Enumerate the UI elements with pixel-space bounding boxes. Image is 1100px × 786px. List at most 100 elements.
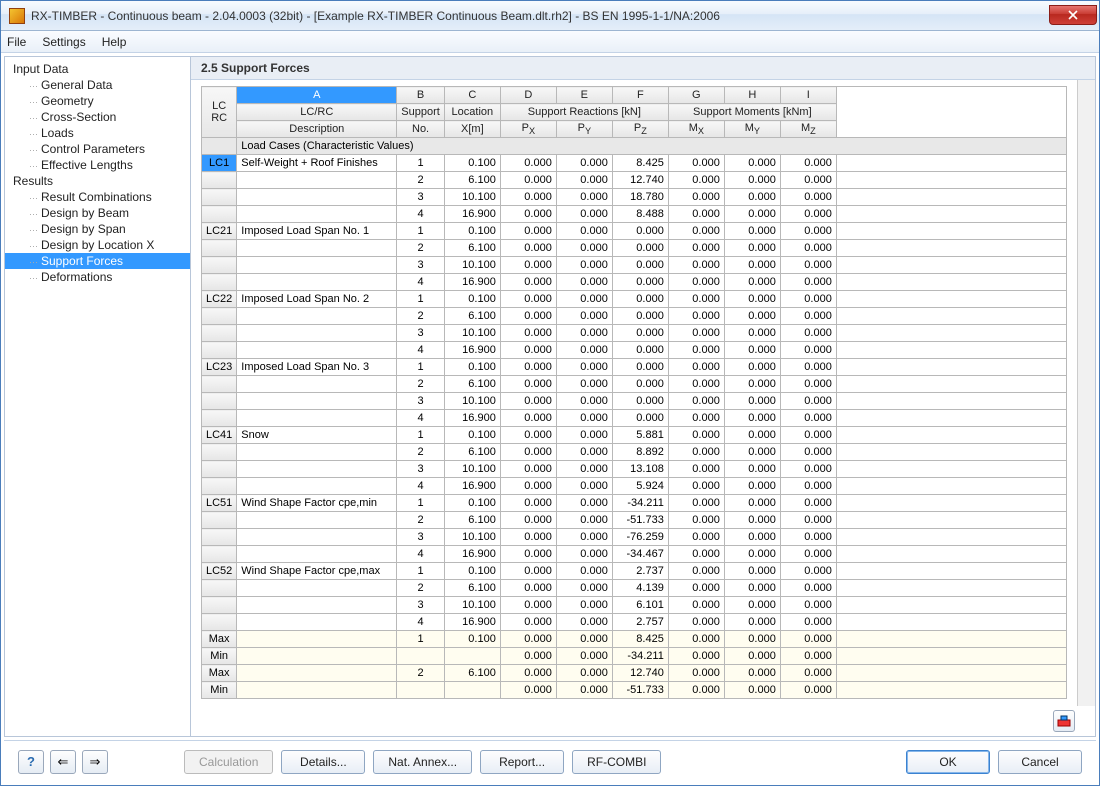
cell[interactable]: 0.000 <box>780 427 836 444</box>
cell[interactable] <box>237 648 397 665</box>
cell[interactable]: 0.000 <box>668 631 724 648</box>
cell[interactable]: 0.000 <box>780 240 836 257</box>
cell[interactable] <box>836 512 1066 529</box>
cell[interactable]: 0.000 <box>724 597 780 614</box>
col-I[interactable]: I <box>780 87 836 104</box>
cell[interactable]: 0.000 <box>780 223 836 240</box>
cell[interactable]: 0.000 <box>500 580 556 597</box>
cell[interactable]: 0.000 <box>724 189 780 206</box>
tree-item-geometry[interactable]: Geometry <box>5 93 190 109</box>
cell[interactable]: 0.000 <box>668 189 724 206</box>
cell[interactable]: 0.000 <box>500 512 556 529</box>
cell[interactable]: 0.000 <box>780 172 836 189</box>
cell[interactable]: 0.000 <box>500 614 556 631</box>
cell[interactable]: 1 <box>397 495 445 512</box>
cell[interactable]: 0.000 <box>612 291 668 308</box>
cell[interactable]: 0.000 <box>556 342 612 359</box>
cell[interactable]: 0.000 <box>612 359 668 376</box>
cell[interactable]: 0.000 <box>668 495 724 512</box>
cell[interactable]: 0.000 <box>500 546 556 563</box>
cell[interactable]: -51.733 <box>612 512 668 529</box>
cell[interactable]: 0.000 <box>724 495 780 512</box>
cell[interactable]: 0.100 <box>444 155 500 172</box>
cell[interactable]: 6.100 <box>444 665 500 682</box>
cell[interactable]: 0.000 <box>668 512 724 529</box>
cell[interactable]: 0.000 <box>724 410 780 427</box>
cell[interactable]: 0.000 <box>556 461 612 478</box>
cell[interactable]: 0.000 <box>724 376 780 393</box>
cell[interactable]: 16.900 <box>444 206 500 223</box>
cell[interactable]: 0.000 <box>780 308 836 325</box>
cell[interactable]: 0.000 <box>556 274 612 291</box>
cell[interactable]: 0.000 <box>668 648 724 665</box>
cell[interactable] <box>836 495 1066 512</box>
cell[interactable]: 0.000 <box>668 206 724 223</box>
cell[interactable]: 0.000 <box>780 631 836 648</box>
cell[interactable]: 6.100 <box>444 444 500 461</box>
cell[interactable]: 0.000 <box>780 580 836 597</box>
cell[interactable]: 0.000 <box>500 597 556 614</box>
cell[interactable]: 0.000 <box>556 172 612 189</box>
cell[interactable] <box>202 325 237 342</box>
cell[interactable] <box>444 682 500 699</box>
cell[interactable]: 0.000 <box>500 206 556 223</box>
cell[interactable]: 2 <box>397 240 445 257</box>
cell[interactable]: 0.000 <box>668 223 724 240</box>
cell[interactable]: 0.000 <box>724 580 780 597</box>
cell[interactable]: 0.000 <box>780 563 836 580</box>
cell[interactable] <box>202 342 237 359</box>
tree-item-general-data[interactable]: General Data <box>5 77 190 93</box>
cell[interactable]: 0.000 <box>724 274 780 291</box>
cell[interactable]: 0.100 <box>444 359 500 376</box>
data-grid-wrap[interactable]: LCRC A B C D E F G H I <box>201 86 1067 706</box>
details-button[interactable]: Details... <box>281 750 365 774</box>
cell[interactable]: 0.000 <box>556 614 612 631</box>
cell[interactable]: 0.000 <box>556 223 612 240</box>
cell[interactable]: 12.740 <box>612 665 668 682</box>
cell[interactable]: 2 <box>397 172 445 189</box>
cell[interactable]: 10.100 <box>444 461 500 478</box>
cell[interactable]: 0.000 <box>556 257 612 274</box>
cell[interactable]: 0.000 <box>724 461 780 478</box>
cell[interactable]: 1 <box>397 563 445 580</box>
cell[interactable]: 0.000 <box>500 274 556 291</box>
ok-button[interactable]: OK <box>906 750 990 774</box>
cell[interactable] <box>836 223 1066 240</box>
cell[interactable]: 6.100 <box>444 580 500 597</box>
cell[interactable] <box>202 444 237 461</box>
cell[interactable] <box>237 597 397 614</box>
cell[interactable] <box>836 580 1066 597</box>
cell[interactable]: 0.000 <box>724 172 780 189</box>
cell[interactable]: 16.900 <box>444 342 500 359</box>
cell[interactable]: Imposed Load Span No. 2 <box>237 291 397 308</box>
cell[interactable] <box>836 478 1066 495</box>
cell[interactable]: 0.100 <box>444 291 500 308</box>
cell[interactable] <box>202 257 237 274</box>
cell[interactable] <box>237 274 397 291</box>
cell[interactable]: 0.000 <box>668 274 724 291</box>
cell[interactable]: 0.000 <box>500 665 556 682</box>
cell[interactable]: 10.100 <box>444 529 500 546</box>
cell[interactable]: 0.000 <box>668 614 724 631</box>
cell[interactable]: 6.100 <box>444 376 500 393</box>
cell[interactable]: 3 <box>397 597 445 614</box>
cell[interactable] <box>237 393 397 410</box>
tree-group-results[interactable]: Results <box>5 173 190 189</box>
cell[interactable] <box>202 376 237 393</box>
cell[interactable]: 0.000 <box>500 291 556 308</box>
cell[interactable]: 0.000 <box>780 376 836 393</box>
cell[interactable]: 16.900 <box>444 478 500 495</box>
cell[interactable]: 0.000 <box>780 274 836 291</box>
cell[interactable]: 0.000 <box>668 325 724 342</box>
cell[interactable] <box>836 393 1066 410</box>
cell[interactable] <box>202 546 237 563</box>
cell[interactable]: 0.000 <box>500 410 556 427</box>
cell[interactable] <box>836 325 1066 342</box>
cell[interactable]: 0.000 <box>500 529 556 546</box>
cell[interactable]: 0.000 <box>780 410 836 427</box>
cell[interactable] <box>237 682 397 699</box>
cell[interactable] <box>237 631 397 648</box>
cell[interactable]: 8.425 <box>612 155 668 172</box>
cell[interactable]: 0.000 <box>780 359 836 376</box>
col-G[interactable]: G <box>668 87 724 104</box>
